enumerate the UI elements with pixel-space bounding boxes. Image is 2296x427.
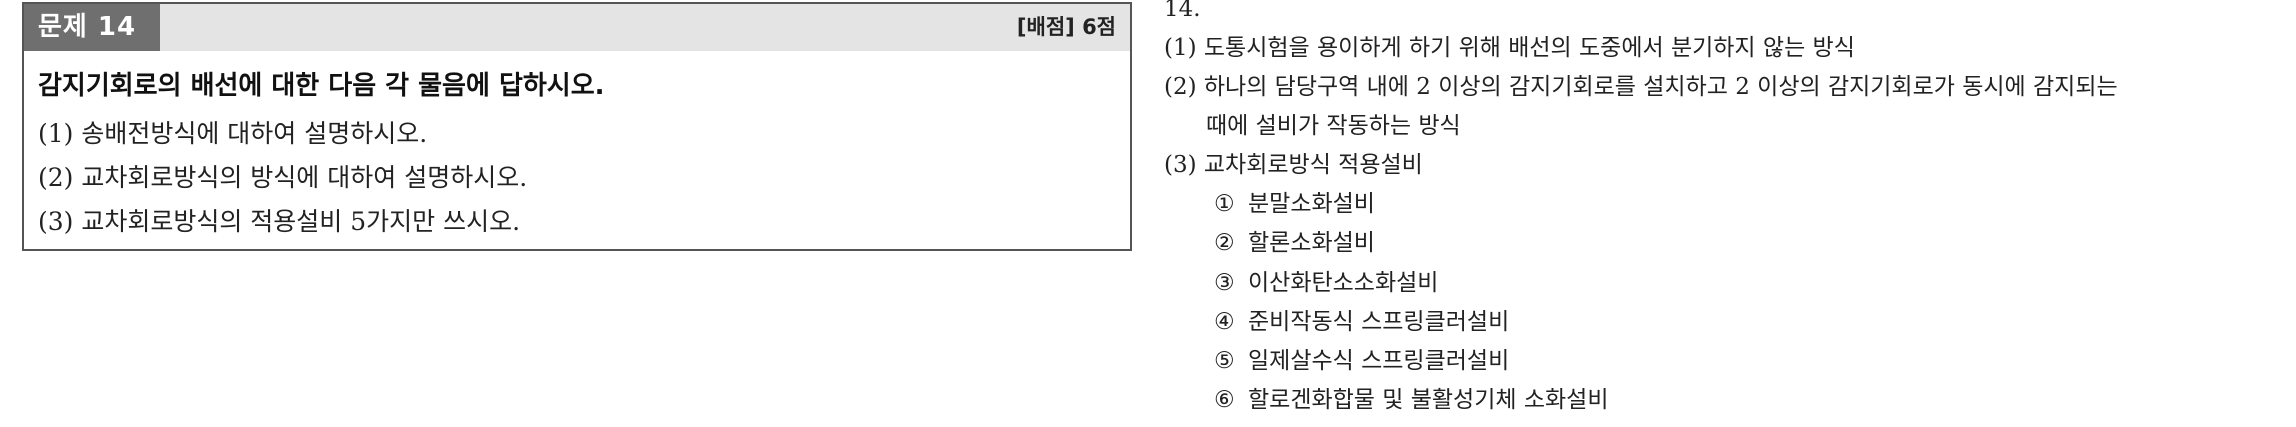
question-item-3: (3) 교차회로방식의 적용설비 5가지만 쓰시오.	[38, 207, 521, 236]
question-header: 문제 14 [배점] 6점	[24, 4, 1130, 51]
answer-section: 14. (1) 도통시험을 용이하게 하기 위해 배선의 도중에서 분기하지 않…	[1164, 0, 2294, 421]
answer-list-item: ④ 준비작동식 스프링클러설비	[1164, 303, 2294, 342]
answer-part-3: (3) 교차회로방식 적용설비	[1164, 152, 1423, 178]
answer-part-2: (2) 하나의 담당구역 내에 2 이상의 감지기회로를 설치하고 2 이상의 …	[1164, 74, 2118, 100]
list-text: 할론소화설비	[1248, 230, 1375, 257]
list-marker: ④	[1214, 308, 1235, 335]
question-box: 문제 14 [배점] 6점 감지기회로의 배선에 대한 다음 각 물음에 답하시…	[22, 2, 1132, 251]
question-body: 감지기회로의 배선에 대한 다음 각 물음에 답하시오. (1) 송배전방식에 …	[24, 51, 1130, 244]
list-text: 분말소화설비	[1248, 191, 1375, 217]
list-text: 일제살수식 스프링클러설비	[1248, 348, 1510, 375]
list-marker: ①	[1214, 191, 1235, 217]
list-marker: ②	[1214, 230, 1235, 257]
answer-number: 14.	[1164, 0, 1201, 22]
question-item-1: (1) 송배전방식에 대하여 설명하시오.	[38, 119, 428, 148]
answer-list-item: ① 분말소화설비	[1164, 185, 2294, 224]
question-title: 감지기회로의 배선에 대한 다음 각 물음에 답하시오.	[38, 71, 605, 101]
list-marker: ③	[1214, 269, 1235, 296]
list-text: 준비작동식 스프링클러설비	[1248, 308, 1510, 335]
question-item-2: (2) 교차회로방식의 방식에 대하여 설명하시오.	[38, 163, 528, 192]
list-marker: ⑤	[1214, 348, 1235, 375]
answer-part-2-continued: 때에 설비가 작동하는 방식	[1206, 113, 1461, 139]
answer-list-item: ③ 이산화탄소소화설비	[1164, 264, 2294, 303]
question-score: [배점] 6점	[1016, 15, 1116, 39]
list-marker: ⑥	[1214, 387, 1235, 414]
answer-list-item: ⑤ 일제살수식 스프링클러설비	[1164, 342, 2294, 381]
question-number-badge: 문제 14	[24, 4, 160, 51]
list-text: 할로겐화합물 및 불활성기체 소화설비	[1248, 387, 1609, 414]
list-text: 이산화탄소소화설비	[1248, 269, 1439, 296]
answer-list-item: ② 할론소화설비	[1164, 224, 2294, 263]
answer-part-1: (1) 도통시험을 용이하게 하기 위해 배선의 도중에서 분기하지 않는 방식	[1164, 35, 1855, 61]
answer-list-item: ⑥ 할로겐화합물 및 불활성기체 소화설비	[1164, 381, 2294, 420]
